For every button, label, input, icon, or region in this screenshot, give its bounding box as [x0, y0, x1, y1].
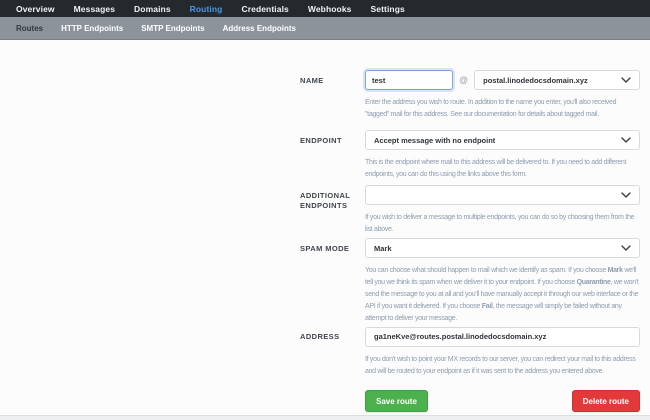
address-input[interactable] — [365, 326, 640, 347]
form-row-spam-mode: Spam Mode Mark You can choose what shoul… — [300, 238, 640, 324]
nav-item-settings[interactable]: Settings — [371, 4, 405, 14]
chevron-down-icon — [621, 137, 631, 143]
top-nav: Overview Messages Domains Routing Creden… — [0, 0, 650, 17]
subnav-item-address-endpoints[interactable]: Address Endpoints — [223, 24, 296, 33]
subnav-item-http-endpoints[interactable]: HTTP Endpoints — [61, 24, 123, 33]
address-label: Address — [300, 332, 340, 341]
nav-item-overview[interactable]: Overview — [16, 4, 55, 14]
name-input[interactable] — [365, 70, 453, 90]
nav-item-webhooks[interactable]: Webhooks — [308, 4, 352, 14]
name-help-text: Enter the address you wish to route. In … — [365, 99, 617, 118]
nav-item-domains[interactable]: Domains — [134, 4, 171, 14]
spam-mode-select-value: Mark — [374, 243, 392, 253]
domain-select-value: postal.linodedocsdomain.xyz — [483, 75, 588, 85]
additional-endpoints-label: Additional Endpoints — [300, 191, 351, 210]
spam-mode-help-text: You can choose what should happen to mai… — [365, 267, 639, 322]
name-label: Name — [300, 76, 324, 85]
at-separator: @ — [459, 75, 469, 85]
endpoint-label: Endpoint — [300, 136, 342, 145]
form-actions: Save route Delete route — [365, 390, 640, 414]
additional-endpoints-help-text: If you wish to deliver a message to mult… — [365, 214, 635, 233]
routing-sub-nav: Routes HTTP Endpoints SMTP Endpoints Add… — [0, 17, 650, 40]
chevron-down-icon — [621, 245, 631, 251]
endpoint-help-text: This is the endpoint where mail to this … — [365, 159, 627, 178]
subnav-item-smtp-endpoints[interactable]: SMTP Endpoints — [141, 24, 204, 33]
postal-admin-window: Overview Messages Domains Routing Creden… — [0, 0, 650, 420]
form-row-address: Address If you don't wish to point your … — [300, 326, 640, 378]
endpoint-select[interactable]: Accept message with no endpoint — [365, 130, 640, 150]
endpoint-select-value: Accept message with no endpoint — [374, 135, 496, 145]
spam-mode-label: Spam Mode — [300, 244, 350, 253]
domain-select[interactable]: postal.linodedocsdomain.xyz — [474, 70, 640, 90]
address-help-text: If you don't wish to point your MX recor… — [365, 355, 636, 375]
nav-item-routing[interactable]: Routing — [190, 4, 223, 14]
form-row-name: Name @ postal.linodedocsdomain.xyz Enter… — [300, 70, 640, 121]
nav-item-messages[interactable]: Messages — [74, 4, 115, 14]
delete-route-button[interactable]: Delete route — [571, 390, 640, 412]
form-row-endpoint: Endpoint Accept message with no endpoint… — [300, 130, 640, 181]
form-row-additional-endpoints: Additional Endpoints If you wish to deli… — [300, 185, 640, 236]
chevron-down-icon — [621, 77, 631, 83]
spam-mode-select[interactable]: Mark — [365, 238, 640, 258]
additional-endpoints-select[interactable] — [365, 185, 640, 205]
save-route-button[interactable]: Save route — [365, 390, 428, 412]
subnav-item-routes[interactable]: Routes — [16, 24, 43, 33]
chevron-down-icon — [621, 192, 631, 198]
nav-item-credentials[interactable]: Credentials — [241, 4, 288, 14]
page-footer-strip — [0, 415, 650, 420]
